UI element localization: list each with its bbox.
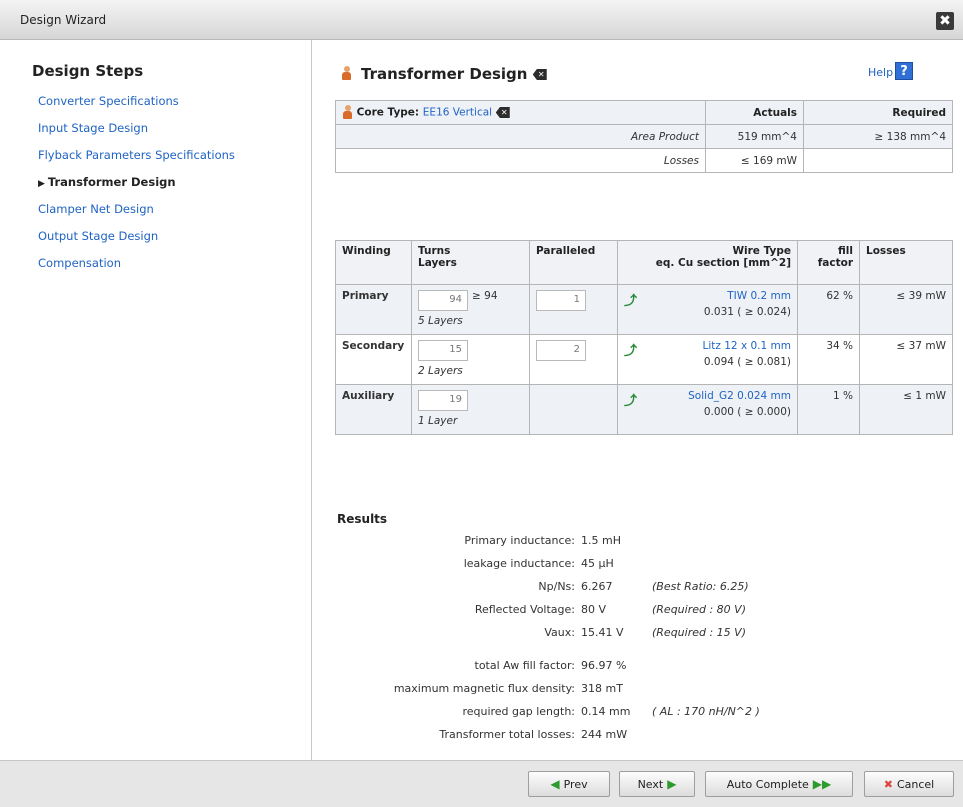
results-heading: Results [337, 512, 388, 526]
footer-bar: ◀ Prev Next ▶ Auto Complete ▶▶ ✖ Cancel [0, 760, 963, 807]
wire-type-link[interactable]: Litz 12 x 0.1 mm [624, 340, 791, 352]
sidebar: Design Steps Converter Specifications In… [0, 40, 312, 760]
step-clamper-net-design[interactable]: Clamper Net Design [38, 202, 235, 229]
cancel-button[interactable]: ✖ Cancel [864, 771, 954, 797]
next-button[interactable]: Next ▶ [619, 771, 695, 797]
table-row: Area Product 519 mm^4 ≥ 138 mm^4 [335, 124, 953, 149]
required-header: Required [803, 100, 953, 125]
back-arrow-icon: ◀ [550, 777, 560, 791]
wand-icon[interactable]: ⤴ [624, 340, 637, 359]
result-row: Transformer total losses: 244 mW [439, 728, 628, 741]
result-row: required gap length: 0.14 mm( AL : 170 nH… [462, 705, 760, 718]
step-input-stage-design[interactable]: Input Stage Design [38, 121, 235, 148]
person-icon [342, 105, 353, 120]
turns-input[interactable]: 94 [418, 290, 468, 311]
current-step-arrow-icon: ▶ [38, 179, 45, 189]
turns-input[interactable]: 15 [418, 340, 468, 361]
table-header-row: Winding Turns Layers Paralleled Wire Type… [335, 240, 953, 285]
winding-row-secondary: Secondary 15 2 Layers 2 ⤴ Litz 12 x 0.1 … [335, 334, 953, 385]
cancel-x-icon: ✖ [883, 777, 893, 791]
auto-complete-button[interactable]: Auto Complete ▶▶ [705, 771, 853, 797]
tag-icon[interactable]: ✕ [495, 107, 510, 118]
design-steps-list: Converter Specifications Input Stage Des… [38, 94, 235, 283]
wire-type-link[interactable]: TIW 0.2 mm [624, 290, 791, 302]
paralleled-input[interactable]: 2 [536, 340, 586, 361]
page-title: Transformer Design ✕ [361, 65, 547, 83]
paralleled-input[interactable]: 1 [536, 290, 586, 311]
wire-type-link[interactable]: Solid_G2 0.024 mm [624, 390, 791, 402]
result-row: maximum magnetic flux density: 318 mT [393, 682, 623, 695]
result-row: Primary inductance: 1.5 mH [464, 534, 621, 547]
tag-icon[interactable]: ✕ [532, 69, 547, 80]
step-output-stage-design[interactable]: Output Stage Design [38, 229, 235, 256]
core-type-link[interactable]: EE16 Vertical [423, 107, 492, 119]
person-icon [341, 66, 352, 81]
table-row: Losses ≤ 169 mW [335, 148, 953, 173]
forward-arrow-icon: ▶ [667, 777, 677, 791]
step-transformer-design: ▶ Transformer Design [38, 175, 176, 189]
step-converter-specifications[interactable]: Converter Specifications [38, 94, 235, 121]
result-row: Reflected Voltage: 80 V (Required : 80 V) [474, 603, 746, 616]
sidebar-heading: Design Steps [32, 62, 144, 80]
title-bar: Design Wizard ✖ [0, 0, 963, 40]
result-row: Np/Ns: 6.267 (Best Ratio: 6.25) [538, 580, 749, 593]
prev-button[interactable]: ◀ Prev [528, 771, 610, 797]
winding-row-primary: Primary 94 ≥ 94 5 Layers 1 ⤴ TIW 0.2 mm 0… [335, 284, 953, 335]
result-row: total Aw fill factor: 96.97 % [474, 659, 627, 672]
result-row: Vaux: 15.41 V (Required : 15 V) [544, 626, 746, 639]
winding-row-auxiliary: Auxiliary 19 1 Layer ⤴ Solid_G2 0.024 mm… [335, 384, 953, 435]
step-flyback-parameters[interactable]: Flyback Parameters Specifications [38, 148, 235, 175]
wand-icon[interactable]: ⤴ [624, 390, 637, 409]
fast-forward-icon: ▶▶ [812, 777, 832, 791]
design-wizard-window: Design Wizard ✖ Design Steps Converter S… [0, 0, 963, 807]
help-link[interactable]: Help [868, 66, 893, 79]
step-compensation[interactable]: Compensation [38, 256, 235, 283]
core-type-label: Core Type: [356, 106, 420, 119]
core-table: Core Type: EE16 Vertical ✕ Actuals Requi… [335, 100, 953, 173]
window-title: Design Wizard [20, 13, 107, 27]
result-row: leakage inductance: 45 µH [463, 557, 614, 570]
turns-input[interactable]: 19 [418, 390, 468, 411]
results-section: Results Primary inductance: 1.5 mH leakag… [337, 512, 937, 751]
winding-table: Winding Turns Layers Paralleled Wire Type… [335, 240, 953, 435]
actuals-header: Actuals [705, 100, 804, 125]
close-icon[interactable]: ✖ [936, 12, 954, 30]
main-panel: Transformer Design ✕ Help ? Core Type: E… [313, 40, 963, 760]
help-icon[interactable]: ? [895, 62, 913, 80]
wand-icon[interactable]: ⤴ [624, 290, 637, 309]
